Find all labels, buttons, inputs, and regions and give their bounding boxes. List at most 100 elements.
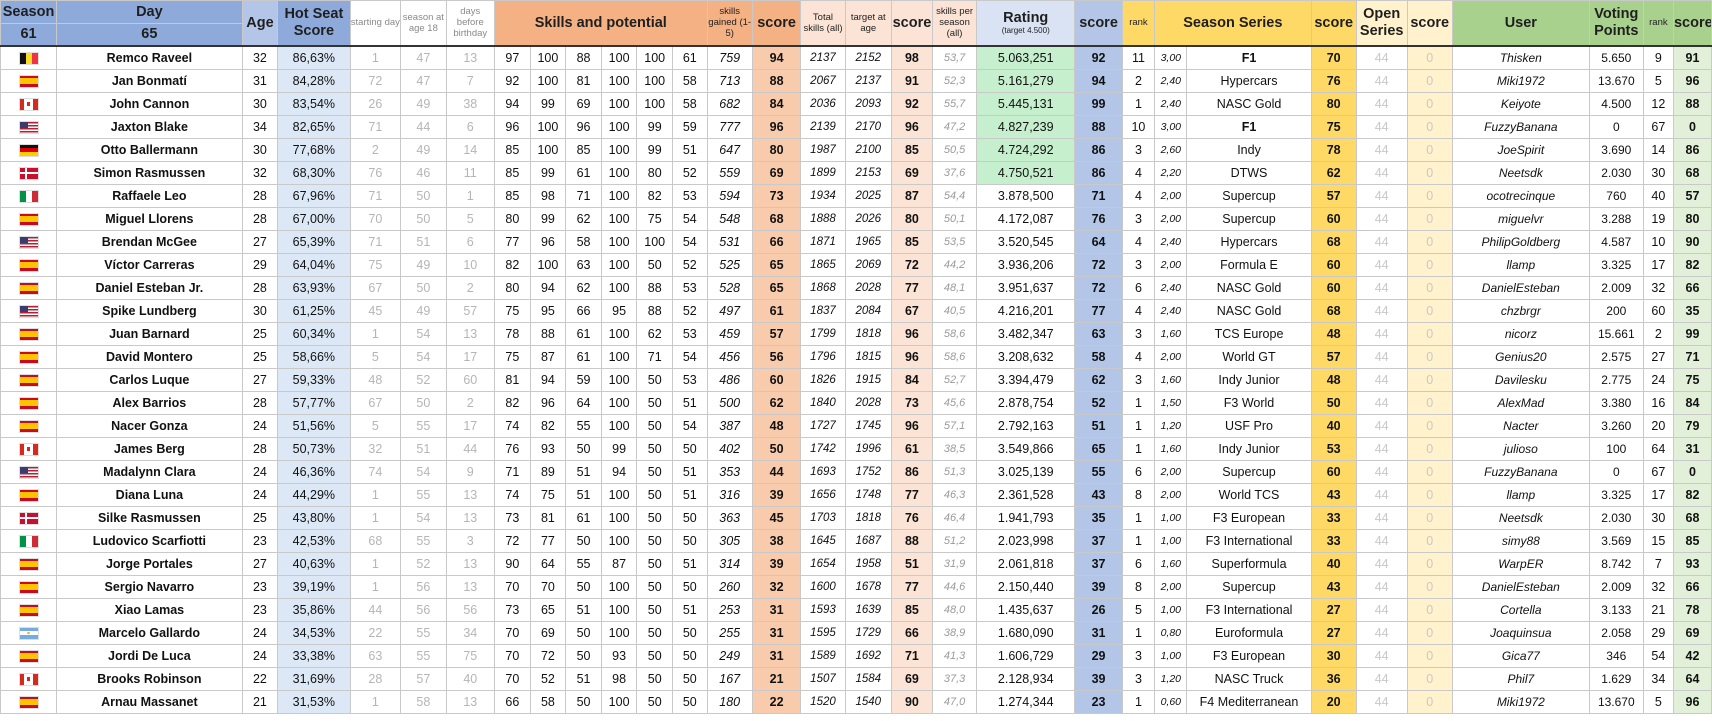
skills-gained: 456	[706, 344, 753, 369]
player-age: 27	[241, 229, 279, 254]
target-at-age-header: target at age	[844, 0, 892, 47]
open-series-score: 0	[1406, 551, 1453, 576]
skill-4: 94	[600, 459, 638, 484]
skills-gained: 759	[706, 45, 753, 70]
rating: 1.606,729	[976, 643, 1076, 668]
skills-score: 45	[751, 505, 802, 530]
target-at-age: 2152	[844, 45, 892, 70]
total-skills: 2137	[800, 45, 846, 70]
open-series: 44	[1355, 114, 1408, 139]
season-series: Supercup	[1186, 459, 1312, 484]
series-multiplier: 2,40	[1154, 91, 1188, 116]
open-series: 44	[1355, 321, 1408, 346]
voting-points: 3.288	[1588, 206, 1644, 231]
skill-4: 100	[600, 620, 638, 645]
player-age: 24	[241, 413, 279, 438]
flag-es-icon	[18, 373, 39, 387]
season-series-header: Season Series	[1154, 0, 1312, 47]
country-flag-cell	[0, 206, 58, 231]
user-rank: 30	[1642, 160, 1674, 185]
skill-2: 72	[529, 643, 567, 668]
target-at-age: 1996	[844, 436, 892, 461]
series-score: 27	[1310, 597, 1357, 622]
skills-gained: 497	[706, 298, 753, 323]
series-rank: 3	[1121, 367, 1156, 392]
rating-score: 72	[1074, 252, 1123, 277]
user-score: 35	[1672, 298, 1712, 323]
series-multiplier: 1,60	[1154, 436, 1188, 461]
series-multiplier: 1,00	[1154, 505, 1188, 530]
user-name: julioso	[1451, 436, 1590, 461]
country-flag-cell	[0, 137, 58, 162]
user-score: 80	[1672, 206, 1712, 231]
skills-gained: 255	[706, 620, 753, 645]
flag-es-icon	[18, 212, 39, 226]
target-at-age: 1818	[844, 505, 892, 530]
user-name: Cortella	[1451, 597, 1590, 622]
starting-day: 1	[349, 689, 402, 714]
skills-score: 57	[751, 321, 802, 346]
user-score: 91	[1672, 45, 1712, 70]
skill-3: 51	[565, 459, 602, 484]
voting-points: 2.009	[1588, 275, 1644, 300]
season-at-age: 47	[400, 45, 447, 70]
season-series: TCS Europe	[1186, 321, 1312, 346]
skills-score: 69	[751, 160, 802, 185]
country-flag-cell	[0, 298, 58, 323]
flag-us-icon	[18, 235, 39, 249]
skills-score: 38	[751, 528, 802, 553]
season-at-age: 49	[400, 298, 447, 323]
skills-gained: 459	[706, 321, 753, 346]
skill-2: 64	[529, 551, 567, 576]
starting-day: 28	[349, 666, 402, 691]
season-at-age: 55	[400, 528, 447, 553]
user-name: Neetsdk	[1451, 505, 1590, 530]
rating: 1.274,344	[976, 689, 1076, 714]
series-rank: 6	[1121, 459, 1156, 484]
season-series: Indy	[1186, 137, 1312, 162]
table-row: Sergio Navarro 23 39,19% 1 56 13 70 70 50 100 50 50…	[0, 574, 1712, 599]
user-name: DanielEsteban	[1451, 574, 1590, 599]
table-row: Nacer Gonza 24 51,56% 5 55 17 74 82 55 100 50 54 387…	[0, 413, 1712, 438]
user-rank: 5	[1642, 68, 1674, 93]
starting-day: 5	[349, 344, 402, 369]
total-skills: 1645	[800, 528, 846, 553]
skill-3: 50	[565, 689, 602, 714]
skill-3: 71	[565, 183, 602, 208]
skills-score: 50	[751, 436, 802, 461]
day-label: Day	[56, 0, 243, 24]
skills-score: 21	[751, 666, 802, 691]
voting-points: 2.030	[1588, 160, 1644, 185]
season-series: Euroformula	[1186, 620, 1312, 645]
series-multiplier: 2,60	[1154, 137, 1188, 162]
skill-6: 58	[672, 91, 708, 116]
skill-2: 75	[529, 482, 567, 507]
starting-day: 5	[349, 413, 402, 438]
skill-5: 50	[636, 505, 673, 530]
skills-score: 62	[751, 390, 802, 415]
user-rank: 30	[1642, 505, 1674, 530]
rating-score: 37	[1074, 528, 1123, 553]
skills-gained: 500	[706, 390, 753, 415]
rating: 2.878,754	[976, 390, 1076, 415]
user-score: 68	[1672, 160, 1712, 185]
series-rank: 3	[1121, 643, 1156, 668]
total-skills: 1520	[800, 689, 846, 714]
hot-seat-score: 59,33%	[277, 367, 351, 392]
target-score: 85	[890, 597, 933, 622]
user-rank: 67	[1642, 114, 1674, 139]
target-at-age: 1818	[844, 321, 892, 346]
series-score: 68	[1310, 298, 1357, 323]
flag-es-icon	[18, 396, 39, 410]
voting-points: 5.650	[1588, 45, 1644, 70]
season-series: Supercup	[1186, 183, 1312, 208]
series-score: 57	[1310, 344, 1357, 369]
rating-score: 64	[1074, 229, 1123, 254]
player-age: 28	[241, 436, 279, 461]
series-multiplier: 1,00	[1154, 643, 1188, 668]
skills-per-season-header: skills per season (all)	[931, 0, 978, 47]
skill-6: 50	[672, 620, 708, 645]
skills-gained: 316	[706, 482, 753, 507]
hot-seat-score: 57,77%	[277, 390, 351, 415]
skills-gained: 777	[706, 114, 753, 139]
